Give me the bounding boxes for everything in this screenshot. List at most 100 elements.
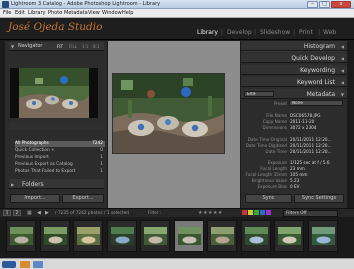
filmstrip-thumbnail[interactable] [73, 220, 103, 252]
thumbnail-image [211, 227, 234, 245]
menu-view[interactable]: View [88, 10, 100, 16]
filmstrip-thumbnail[interactable] [274, 220, 304, 252]
thumbnail-image [77, 227, 100, 245]
metadata-value: 3072 x 2304 [290, 125, 317, 130]
metadata-value: 23 mm [290, 166, 305, 171]
page-1-button[interactable]: 1 [3, 210, 11, 216]
thumbnail-image [244, 227, 268, 245]
menu-window[interactable]: Window [102, 10, 122, 16]
metadata-key: Brightness Value [251, 178, 287, 183]
catalog-row-label: Quick Collection + [15, 148, 55, 153]
folders-header[interactable]: ▶ Folders [9, 179, 104, 189]
filters-off-select[interactable]: Filters Off [283, 210, 338, 217]
catalog-header[interactable] [9, 123, 104, 129]
catalog-row-count: 7242 [92, 141, 103, 146]
metadata-header[interactable]: EXIF Metadata ▼ [241, 89, 347, 99]
nav-option-fit[interactable]: FIT [57, 44, 63, 49]
close-button[interactable]: x [331, 1, 351, 8]
red-label-filter[interactable] [242, 210, 247, 215]
green-label-filter[interactable] [254, 210, 259, 215]
collapse-triangle-icon: ◀ [340, 68, 344, 73]
menu-library[interactable]: Library [28, 10, 45, 16]
catalog-row-failed-export[interactable]: Photos That Failed to Export 1 [15, 169, 105, 175]
catalog-row-previous-export[interactable]: Previous Export as Catalog 1 [15, 162, 105, 168]
metadata-key: Date Time Digitized [245, 143, 287, 148]
taskbar [0, 258, 354, 269]
page-2-button[interactable]: 2 [13, 210, 21, 216]
metadata-preset-select[interactable]: EXIF [244, 91, 274, 97]
metadata-value: 5.23 [290, 178, 300, 183]
keyword-list-header[interactable]: Keyword List ◀ [241, 77, 347, 87]
menu-metadata[interactable]: Metadata [64, 10, 88, 16]
rating-filter-stars[interactable]: ★★★★★ [198, 210, 223, 216]
yellow-label-filter[interactable] [248, 210, 253, 215]
catalog-row-label: Previous Import [15, 155, 49, 160]
catalog-row-previous-import[interactable]: Previous Import 1 [15, 155, 105, 161]
start-icon[interactable] [2, 261, 16, 268]
filmstrip-thumbnail[interactable] [307, 220, 338, 252]
forward-arrow-icon[interactable]: ▶ [45, 210, 49, 216]
module-web[interactable]: Web [323, 29, 336, 36]
catalog-row-label: All Photographs [15, 141, 49, 146]
preset-label: Preset [273, 101, 287, 106]
sync-metadata-button[interactable]: Sync [245, 194, 292, 203]
catalog-row-quick-collection[interactable]: Quick Collection + 0 [15, 148, 105, 154]
navigator-header[interactable]: ▼ Navigator FIT FILL 1:1 8:1 [9, 42, 104, 51]
export-button[interactable]: Export... [62, 194, 104, 203]
metadata-value[interactable]: DSC06578.JPG [290, 113, 320, 118]
module-separator: | [221, 29, 224, 36]
collapse-triangle-icon: ▼ [340, 92, 344, 97]
menu-photo[interactable]: Photo [48, 10, 62, 16]
thumbnail-image [10, 227, 33, 245]
keyword-list-label: Keyword List [296, 79, 335, 86]
nav-option-fill[interactable]: FILL [69, 44, 77, 49]
keywording-header[interactable]: Keywording ◀ [241, 65, 347, 75]
thumbnail-image [177, 227, 201, 245]
main-photo[interactable] [112, 73, 225, 154]
menu-edit[interactable]: Edit [15, 10, 25, 16]
quick-develop-header[interactable]: Quick Develop ◀ [241, 53, 347, 63]
filmstrip-thumbnail[interactable] [39, 220, 70, 252]
grid-view-icon[interactable]: ▦ [27, 210, 32, 216]
navigator-preview[interactable] [10, 68, 98, 118]
filmstrip-thumbnail[interactable] [140, 220, 170, 252]
folders-label: Folders [22, 181, 44, 188]
filmstrip-thumbnail[interactable] [106, 220, 137, 252]
minimize-button[interactable]: – [307, 1, 318, 8]
quick-develop-label: Quick Develop [291, 55, 335, 62]
module-library[interactable]: Library [197, 29, 218, 36]
nav-option-1-1[interactable]: 1:1 [82, 44, 88, 49]
catalog-row-all-photographs[interactable]: All Photographs 7242 [15, 141, 105, 147]
nav-option-8-1[interactable]: 8:1 [93, 44, 99, 49]
back-arrow-icon[interactable]: ◀ [37, 210, 41, 216]
preset-dropdown[interactable]: None [289, 100, 343, 106]
taskbar-app-icon[interactable] [20, 261, 30, 268]
filmstrip-toolbar: 1 2 ▦ ◀ ▶ / 7235 of 7242 photos / 1 sele… [0, 208, 354, 217]
module-print[interactable]: Print [299, 29, 313, 36]
metadata-value: 20/11/2011 12:20... [290, 149, 332, 154]
histogram-header[interactable]: Histogram ◀ [241, 41, 347, 51]
sync-settings-button[interactable]: Sync Settings [294, 194, 344, 203]
metadata-key: Focal Length 35mm [245, 172, 287, 177]
purple-label-filter[interactable] [266, 210, 271, 215]
main-photo-image [113, 74, 224, 153]
metadata-key: Dimensions [262, 125, 287, 130]
metadata-label: Metadata [306, 91, 335, 98]
filmstrip-thumbnail[interactable] [6, 220, 36, 252]
blue-label-filter[interactable] [260, 210, 265, 215]
menu-file[interactable]: File [3, 10, 11, 16]
taskbar-app-icon[interactable] [33, 261, 43, 268]
module-slideshow[interactable]: Slideshow [260, 29, 290, 36]
filmstrip-thumbnail[interactable] [173, 220, 204, 252]
menu-help[interactable]: Help [122, 10, 133, 16]
import-button[interactable]: Import... [10, 194, 60, 203]
identity-bar: José Ojeda Studio Library | Develop | Sl… [0, 18, 354, 40]
navigator-label: Navigator [18, 43, 43, 49]
thumbnail-image [110, 227, 134, 245]
module-develop[interactable]: Develop [227, 29, 252, 36]
filmstrip-thumbnail[interactable] [207, 220, 237, 252]
photo-count-info: / 7235 of 7242 photos / 1 selected [55, 211, 129, 216]
metadata-value[interactable]: 2011-11-20 [290, 119, 314, 124]
filmstrip-thumbnail[interactable] [240, 220, 271, 252]
maximize-button[interactable]: □ [319, 1, 330, 8]
